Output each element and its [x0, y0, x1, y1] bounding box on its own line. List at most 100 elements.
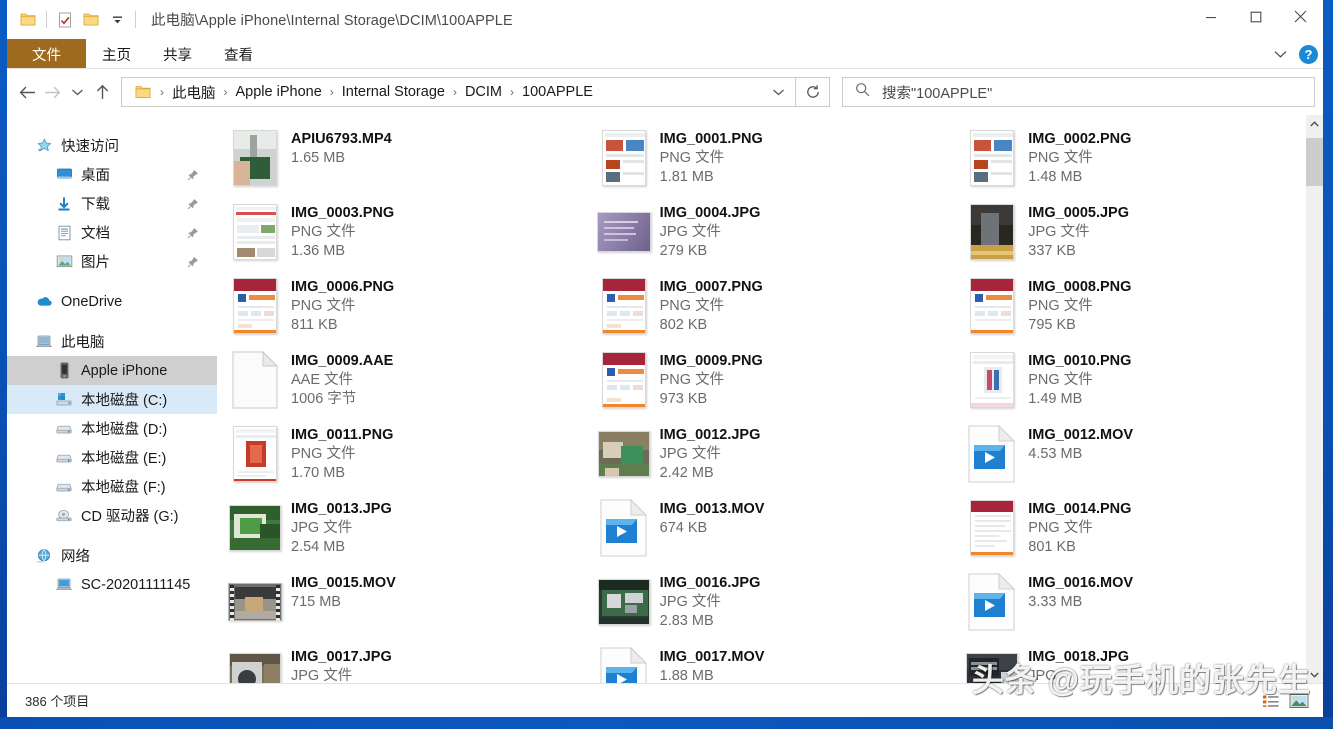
file-list-pane[interactable]: APIU6793.MP4 1.65 MB	[217, 115, 1323, 683]
new-folder-icon[interactable]	[78, 7, 104, 33]
sidebar-item-local-disk-e[interactable]: 本地磁盘 (E:)	[7, 443, 217, 472]
pin-icon[interactable]	[187, 198, 199, 210]
pin-icon[interactable]	[187, 169, 199, 181]
file-item[interactable]: IMG_0004.JPG JPG 文件 279 KB	[586, 196, 955, 270]
sidebar-item-onedrive[interactable]: OneDrive	[7, 287, 217, 316]
file-meta: IMG_0002.PNG PNG 文件 1.48 MB	[1022, 127, 1131, 187]
file-item[interactable]: IMG_0007.PNG PNG 文件 802 KB	[586, 270, 955, 344]
file-item[interactable]: IMG_0012.JPG JPG 文件 2.42 MB	[586, 418, 955, 492]
sidebar-item-local-disk-f[interactable]: 本地磁盘 (F:)	[7, 472, 217, 501]
this-pc-icon	[35, 333, 53, 351]
file-item[interactable]: IMG_0018.JPG JPG	[954, 640, 1323, 683]
help-button[interactable]: ?	[1299, 45, 1318, 64]
file-item[interactable]: IMG_0016.MOV 3.33 MB	[954, 566, 1323, 640]
sidebar-item-label: 网络	[61, 545, 90, 566]
file-size: 1.36 MB	[291, 242, 394, 261]
file-name: IMG_0016.JPG	[660, 574, 761, 593]
breadcrumb-dropdown-chevron-icon[interactable]	[767, 88, 789, 97]
forward-button[interactable]	[40, 77, 65, 107]
tab-file[interactable]: 文件	[7, 39, 86, 69]
breadcrumb-bar[interactable]: › 此电脑 › Apple iPhone › Internal Storage …	[121, 77, 796, 107]
file-meta: IMG_0011.PNG PNG 文件 1.70 MB	[285, 423, 393, 483]
customize-qat-chevron-icon[interactable]	[104, 7, 130, 33]
sidebar-item-label: Apple iPhone	[81, 363, 167, 379]
breadcrumb-item-apple-iphone[interactable]: Apple iPhone	[234, 84, 324, 100]
sidebar-item-quick-access[interactable]: 快速访问	[7, 131, 217, 160]
file-name: APIU6793.MP4	[291, 130, 392, 149]
file-name: IMG_0007.PNG	[660, 278, 763, 297]
properties-icon[interactable]	[52, 7, 78, 33]
breadcrumb-item-internal-storage[interactable]: Internal Storage	[340, 84, 447, 100]
file-item[interactable]: IMG_0010.PNG PNG 文件 1.49 MB	[954, 344, 1323, 418]
scrollbar-thumb[interactable]	[1306, 138, 1323, 186]
file-item[interactable]: IMG_0017.JPG JPG 文件	[217, 640, 586, 683]
network-icon	[35, 547, 53, 565]
tab-share[interactable]: 共享	[147, 39, 208, 69]
sidebar-item-pictures[interactable]: 图片	[7, 247, 217, 276]
sidebar-item-desktop[interactable]: 桌面	[7, 160, 217, 189]
file-name: IMG_0011.PNG	[291, 426, 393, 445]
file-item[interactable]: IMG_0015.MOV 715 MB	[217, 566, 586, 640]
file-item[interactable]: IMG_0013.MOV 674 KB	[586, 492, 955, 566]
sidebar-item-this-pc[interactable]: 此电脑	[7, 327, 217, 356]
pin-icon[interactable]	[187, 227, 199, 239]
file-size: 795 KB	[1028, 316, 1131, 335]
breadcrumb-item-100apple[interactable]: 100APPLE	[520, 84, 595, 100]
search-box[interactable]: 搜索"100APPLE"	[842, 77, 1315, 107]
up-button[interactable]	[90, 77, 115, 107]
ribbon-tab-bar: 文件 主页 共享 查看 ?	[7, 39, 1323, 69]
file-item[interactable]: IMG_0001.PNG PNG 文件 1.81 MB	[586, 122, 955, 196]
file-item[interactable]: IMG_0009.AAE AAE 文件 1006 字节	[217, 344, 586, 418]
file-type: PNG 文件	[1028, 519, 1131, 538]
file-item[interactable]: IMG_0005.JPG JPG 文件 337 KB	[954, 196, 1323, 270]
sidebar-item-local-disk-c[interactable]: 本地磁盘 (C:)	[7, 385, 217, 414]
back-button[interactable]	[15, 77, 40, 107]
tab-home[interactable]: 主页	[86, 39, 147, 69]
file-item[interactable]: IMG_0003.PNG PNG 文件 1.36 MB	[217, 196, 586, 270]
sidebar-item-cd-drive-g[interactable]: CD 驱动器 (G:)	[7, 501, 217, 530]
sidebar-item-apple-iphone[interactable]: Apple iPhone	[7, 356, 217, 385]
sidebar-item-local-disk-d[interactable]: 本地磁盘 (D:)	[7, 414, 217, 443]
file-item[interactable]: IMG_0012.MOV 4.53 MB	[954, 418, 1323, 492]
scroll-down-arrow-icon[interactable]	[1306, 666, 1323, 683]
view-details-button[interactable]	[1261, 692, 1281, 710]
close-button[interactable]	[1278, 0, 1323, 33]
file-meta: IMG_0012.MOV 4.53 MB	[1022, 423, 1133, 464]
scroll-up-arrow-icon[interactable]	[1306, 115, 1323, 132]
file-meta: IMG_0012.JPG JPG 文件 2.42 MB	[654, 423, 761, 483]
view-large-icons-button[interactable]	[1289, 692, 1309, 710]
file-item[interactable]: IMG_0016.JPG JPG 文件 2.83 MB	[586, 566, 955, 640]
file-item[interactable]: IMG_0014.PNG PNG 文件 801 KB	[954, 492, 1323, 566]
sidebar-gap-3	[7, 530, 217, 541]
sidebar-item-network[interactable]: 网络	[7, 541, 217, 570]
file-item[interactable]: IMG_0017.MOV 1.88 MB	[586, 640, 955, 683]
maximize-button[interactable]	[1233, 0, 1278, 33]
pin-icon[interactable]	[187, 256, 199, 268]
file-item[interactable]: IMG_0002.PNG PNG 文件 1.48 MB	[954, 122, 1323, 196]
sidebar-item-label: 本地磁盘 (F:)	[81, 476, 166, 497]
expand-ribbon-chevron-icon[interactable]	[1269, 43, 1291, 65]
vertical-scrollbar[interactable]	[1306, 115, 1323, 683]
qat-separator-2	[135, 11, 136, 28]
file-type: PNG 文件	[660, 297, 763, 316]
drive-icon	[55, 478, 73, 496]
sidebar-item-network-computer[interactable]: SC-20201111145	[7, 570, 217, 599]
sidebar-item-documents[interactable]: 文档	[7, 218, 217, 247]
file-item[interactable]: APIU6793.MP4 1.65 MB	[217, 122, 586, 196]
breadcrumb-item-dcim[interactable]: DCIM	[463, 84, 504, 100]
file-item[interactable]: IMG_0006.PNG PNG 文件 811 KB	[217, 270, 586, 344]
folder-icon[interactable]	[15, 7, 41, 33]
refresh-button[interactable]	[796, 77, 830, 107]
recent-locations-chevron-icon[interactable]	[65, 77, 90, 107]
search-input-placeholder[interactable]: 搜索"100APPLE"	[882, 82, 992, 103]
file-item[interactable]: IMG_0009.PNG PNG 文件 973 KB	[586, 344, 955, 418]
tab-view[interactable]: 查看	[208, 39, 269, 69]
file-name: IMG_0003.PNG	[291, 204, 394, 223]
breadcrumb-item-this-pc[interactable]: 此电脑	[170, 82, 218, 103]
minimize-button[interactable]	[1188, 0, 1233, 33]
video-file-icon	[594, 497, 654, 559]
sidebar-item-downloads[interactable]: 下载	[7, 189, 217, 218]
file-item[interactable]: IMG_0008.PNG PNG 文件 795 KB	[954, 270, 1323, 344]
file-item[interactable]: IMG_0011.PNG PNG 文件 1.70 MB	[217, 418, 586, 492]
file-item[interactable]: IMG_0013.JPG JPG 文件 2.54 MB	[217, 492, 586, 566]
